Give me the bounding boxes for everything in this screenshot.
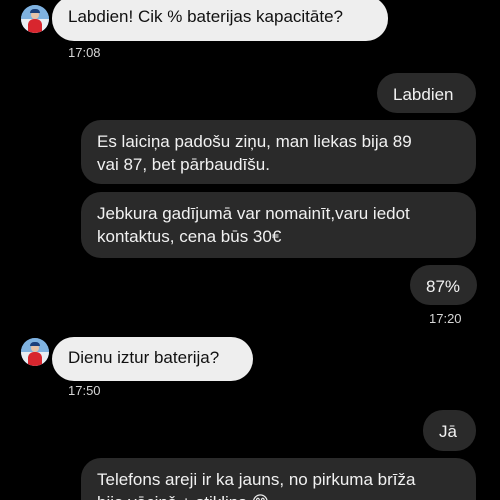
message-outgoing[interactable]: Jā [423, 410, 476, 451]
message-timestamp: 17:20 [429, 311, 462, 326]
message-incoming[interactable]: Labdien! Cik % baterijas kapacitāte? [52, 0, 388, 41]
message-incoming[interactable]: Dienu iztur baterija? [52, 337, 253, 381]
chat-thread: Labdien! Cik % baterijas kapacitāte? 17:… [0, 0, 500, 500]
contact-avatar[interactable] [21, 5, 49, 33]
message-outgoing[interactable]: 87% [410, 265, 477, 305]
message-outgoing[interactable]: Telefons areji ir ka jauns, no pirkuma b… [81, 458, 476, 500]
message-timestamp: 17:50 [68, 383, 101, 398]
contact-avatar[interactable] [21, 338, 49, 366]
message-outgoing[interactable]: Labdien [377, 73, 476, 113]
message-outgoing[interactable]: Jebkura gadījumā var nomainīt,varu iedot… [81, 192, 476, 258]
message-timestamp: 17:08 [68, 45, 101, 60]
message-outgoing[interactable]: Es laiciņa padošu ziņu, man liekas bija … [81, 120, 476, 184]
